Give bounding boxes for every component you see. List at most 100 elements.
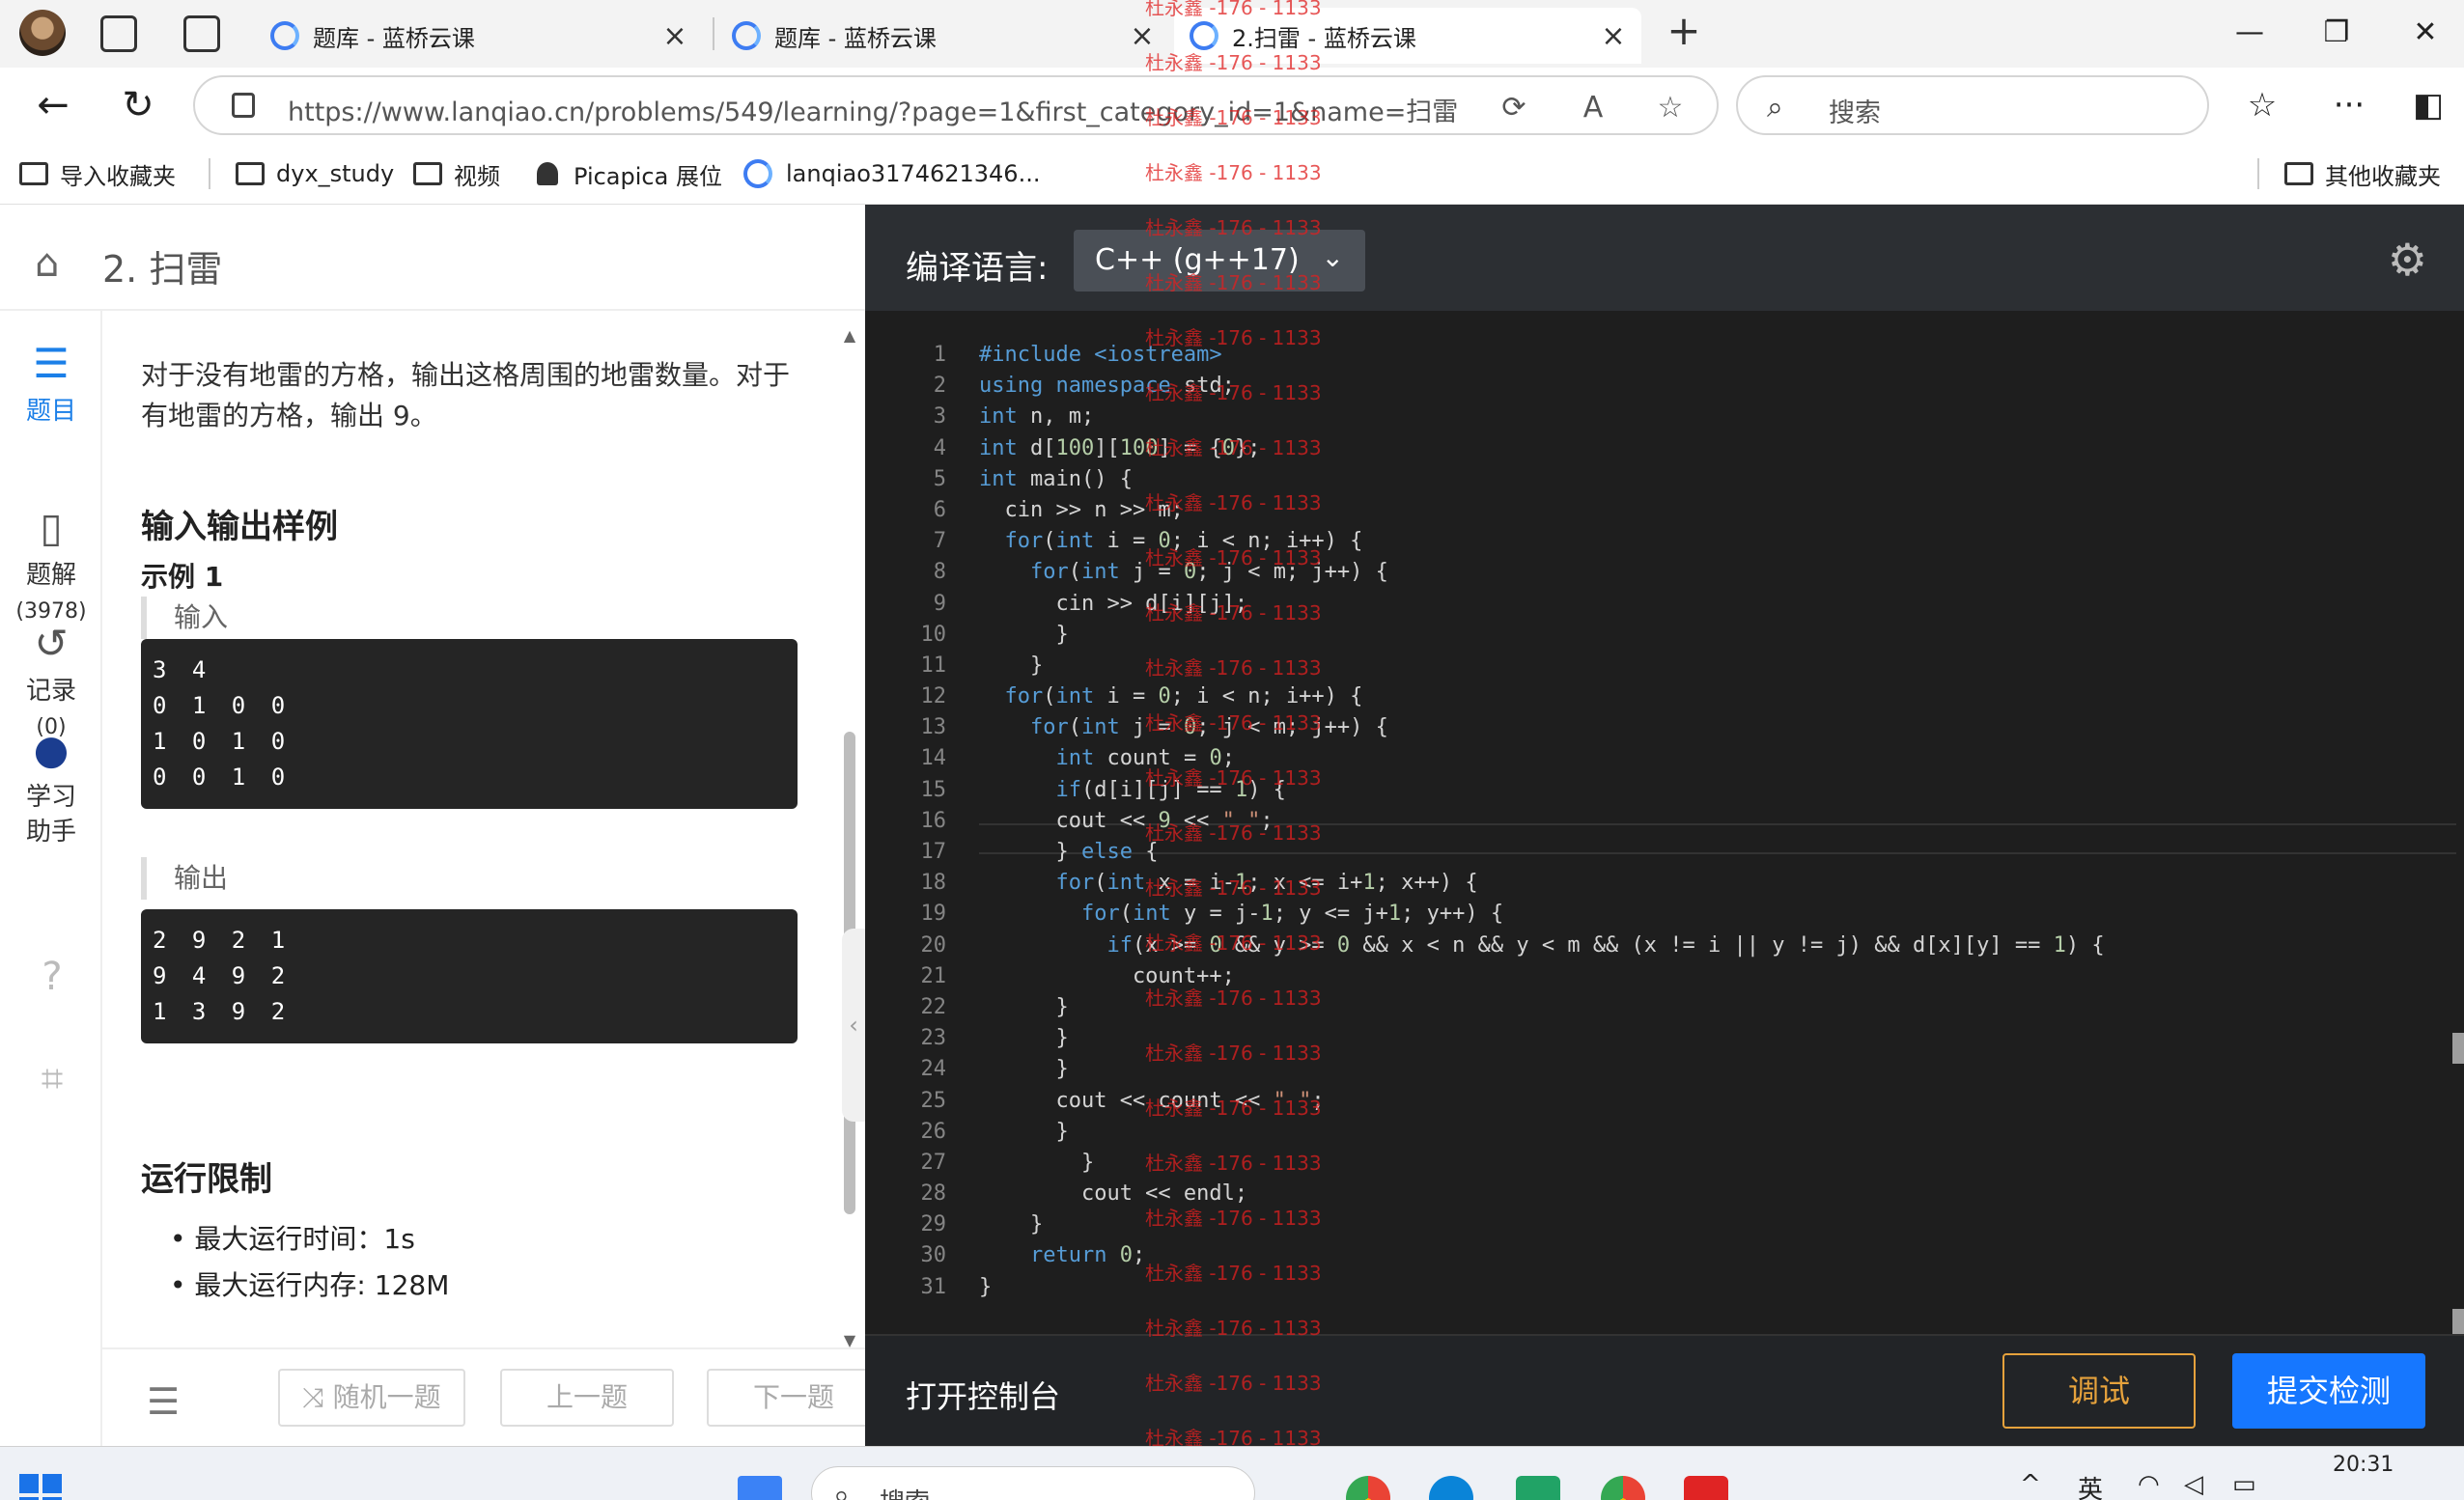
code-line[interactable]: } [979, 620, 2427, 651]
code-line[interactable]: } [979, 1117, 2427, 1148]
widgets-icon[interactable] [738, 1476, 782, 1500]
sample-output-line: 9 4 9 2 [153, 962, 292, 989]
line-number: 28 [920, 1181, 947, 1207]
bookmark-import[interactable]: 导入收藏夹 [19, 156, 176, 191]
random-problem-button[interactable]: ⤨ 随机一题 [278, 1369, 465, 1427]
clock-time[interactable]: 20:31 [2333, 1453, 2394, 1477]
url-field[interactable]: https://www.lanqiao.cn/problems/549/lear… [193, 75, 1719, 135]
chrome-icon[interactable] [1346, 1476, 1390, 1500]
volume-icon[interactable]: ◁ [2184, 1470, 2203, 1499]
rail-item-solutions[interactable]: ▯ 题解 (3978) [0, 504, 102, 629]
home-icon[interactable]: ⌂ [35, 241, 59, 286]
ime-indicator[interactable]: 英 [2078, 1470, 2103, 1500]
more-menu-icon[interactable]: ··· [2325, 81, 2373, 129]
code-area[interactable]: 1 2 3 4 5 6 7 8 9 10 11 12 13 14 15 16 17 18 19 20 21 22 23 24 2… [865, 311, 2464, 1340]
new-tab-plus-icon[interactable]: + [1663, 10, 1705, 52]
bookmark-picapica[interactable]: Picapica 展位 [537, 156, 722, 191]
submit-button[interactable]: 提交检测 [2232, 1353, 2425, 1429]
bookmark-video[interactable]: 视频 [413, 156, 500, 191]
code-line[interactable]: for(int j = 0; j < m; j++) { [979, 557, 2427, 588]
search-input[interactable]: ⌕ 搜索 [1736, 75, 2209, 135]
minimize-icon[interactable]: — [2221, 12, 2279, 54]
language-select[interactable]: C++ (g++17) ⌄ [1074, 230, 1365, 292]
code-line[interactable]: cout << count << " "; [979, 1086, 2427, 1117]
code-line[interactable]: #include <iostream> [979, 340, 2427, 371]
favorite-star-icon[interactable]: ☆ [1651, 89, 1690, 127]
code-line[interactable]: using namespace std; [979, 371, 2427, 402]
code-line[interactable]: } [979, 1054, 2427, 1085]
read-aloud-icon[interactable]: A [1574, 89, 1612, 127]
url-text[interactable]: https://www.lanqiao.cn/problems/549/lear… [288, 91, 1458, 128]
close-icon[interactable]: × [1128, 19, 1157, 53]
vertical-tabs-icon[interactable] [183, 15, 220, 52]
tab-1[interactable]: 题库 - 蓝桥云课 × [255, 8, 703, 64]
excel-icon[interactable] [1516, 1476, 1560, 1500]
collapse-chevron-icon[interactable]: ‹ [842, 929, 865, 1122]
code-line[interactable]: int d[100][100] = {0}; [979, 433, 2427, 464]
refresh-icon[interactable]: ↻ [114, 81, 162, 129]
netease-music-icon[interactable] [1684, 1476, 1728, 1500]
scroll-up-arrow-icon[interactable]: ▲ [842, 326, 857, 345]
taskbar-search[interactable]: ⌕ 搜索 [811, 1466, 1255, 1500]
tray-chevron-up-icon[interactable]: ^ [2020, 1470, 2041, 1499]
code-line[interactable]: for(int i = 0; i < n; i++) { [979, 681, 2427, 712]
code-line[interactable]: } [979, 1148, 2427, 1179]
edge-icon[interactable] [1429, 1476, 1473, 1500]
restore-icon[interactable]: ❐ [2308, 12, 2366, 54]
rail-item-assistant[interactable]: ● 学习 助手 [0, 726, 102, 849]
close-icon[interactable]: × [660, 19, 689, 53]
code-line[interactable]: int n, m; [979, 402, 2427, 432]
code-line[interactable]: int main() { [979, 464, 2427, 495]
bookmark-dyx-study[interactable]: dyx_study [236, 156, 394, 191]
code-line[interactable]: int count = 0; [979, 743, 2427, 774]
code-line[interactable]: cout << endl; [979, 1179, 2427, 1209]
favorites-list-icon[interactable]: ☆ [2238, 81, 2286, 129]
close-icon[interactable]: × [1599, 19, 1628, 53]
code-line[interactable]: } [979, 1023, 2427, 1054]
code-line[interactable]: } [979, 651, 2427, 681]
code-line[interactable]: for(int y = j-1; y <= j+1; y++) { [979, 899, 2427, 930]
sidebar-toggle-icon[interactable]: ◧ [2404, 81, 2452, 129]
close-window-icon[interactable]: ✕ [2396, 12, 2454, 54]
code-line[interactable]: return 0; [979, 1240, 2427, 1271]
code-line[interactable]: } [979, 992, 2427, 1023]
debug-button[interactable]: 调试 [2002, 1353, 2196, 1429]
code-line[interactable]: cin >> n >> m; [979, 495, 2427, 526]
collections-icon[interactable] [100, 15, 137, 52]
next-problem-button[interactable]: 下一题 [707, 1369, 881, 1427]
lanqiao-favicon-icon [732, 21, 761, 50]
content-scrollbar[interactable]: ▲ ▼ [842, 326, 857, 1349]
code-line[interactable]: } [979, 1209, 2427, 1240]
prev-problem-button[interactable]: 上一题 [500, 1369, 674, 1427]
code-line[interactable]: cout << 9 << " "; [979, 806, 2427, 837]
bookmark-other[interactable]: 其他收藏夹 [2284, 156, 2441, 191]
page: ⌂ 2. 扫雷 ☰ 题目 ▯ 题解 (3978) ↺ 记录 (0) ● 学习 助… [0, 205, 2464, 1446]
translate-icon[interactable]: ⟳ [1495, 89, 1533, 127]
tab-3-active[interactable]: 2.扫雷 - 蓝桥云课 × [1174, 8, 1641, 64]
code-line[interactable]: count++; [979, 961, 2427, 992]
tab-2[interactable]: 题库 - 蓝桥云课 × [716, 8, 1170, 64]
code-line[interactable]: for(int x = i-1; x <= i+1; x++) { [979, 868, 2427, 899]
rail-item-problem[interactable]: ☰ 题目 [0, 340, 102, 429]
code-line[interactable]: cin >> d[i][j]; [979, 589, 2427, 620]
code-line[interactable]: if(d[i][j] == 1) { [979, 775, 2427, 806]
code-line[interactable]: } [979, 1272, 2427, 1303]
open-console-button[interactable]: 打开控制台 [906, 1373, 1060, 1417]
code-line[interactable]: for(int i = 0; i < n; i++) { [979, 526, 2427, 557]
stairs-icon[interactable]: ⌗ [29, 1056, 75, 1102]
help-icon[interactable]: ? [29, 954, 75, 1000]
problem-list-icon[interactable]: ☰ [147, 1380, 180, 1423]
chrome-icon[interactable] [1601, 1476, 1645, 1500]
back-arrow-icon[interactable]: ← [29, 81, 77, 129]
bookmark-lanqiao[interactable]: lanqiao3174621346... [743, 156, 1040, 191]
code-line[interactable]: } else { [979, 837, 2427, 868]
wifi-icon[interactable]: ◠ [2138, 1470, 2160, 1499]
line-number: 25 [920, 1088, 947, 1113]
code-lines[interactable]: #include <iostream> using namespace std; i… [979, 340, 2427, 1303]
gear-icon[interactable]: ⚙ [2388, 234, 2427, 286]
code-line[interactable]: for(int j = 0; j < m; j++) { [979, 712, 2427, 743]
battery-icon[interactable]: ▭ [2232, 1470, 2256, 1499]
code-line[interactable]: if(x >= 0 && y >= 0 && x < n && y < m &&… [979, 931, 2427, 961]
profile-avatar[interactable] [19, 10, 66, 56]
start-windows-icon[interactable] [19, 1474, 62, 1500]
